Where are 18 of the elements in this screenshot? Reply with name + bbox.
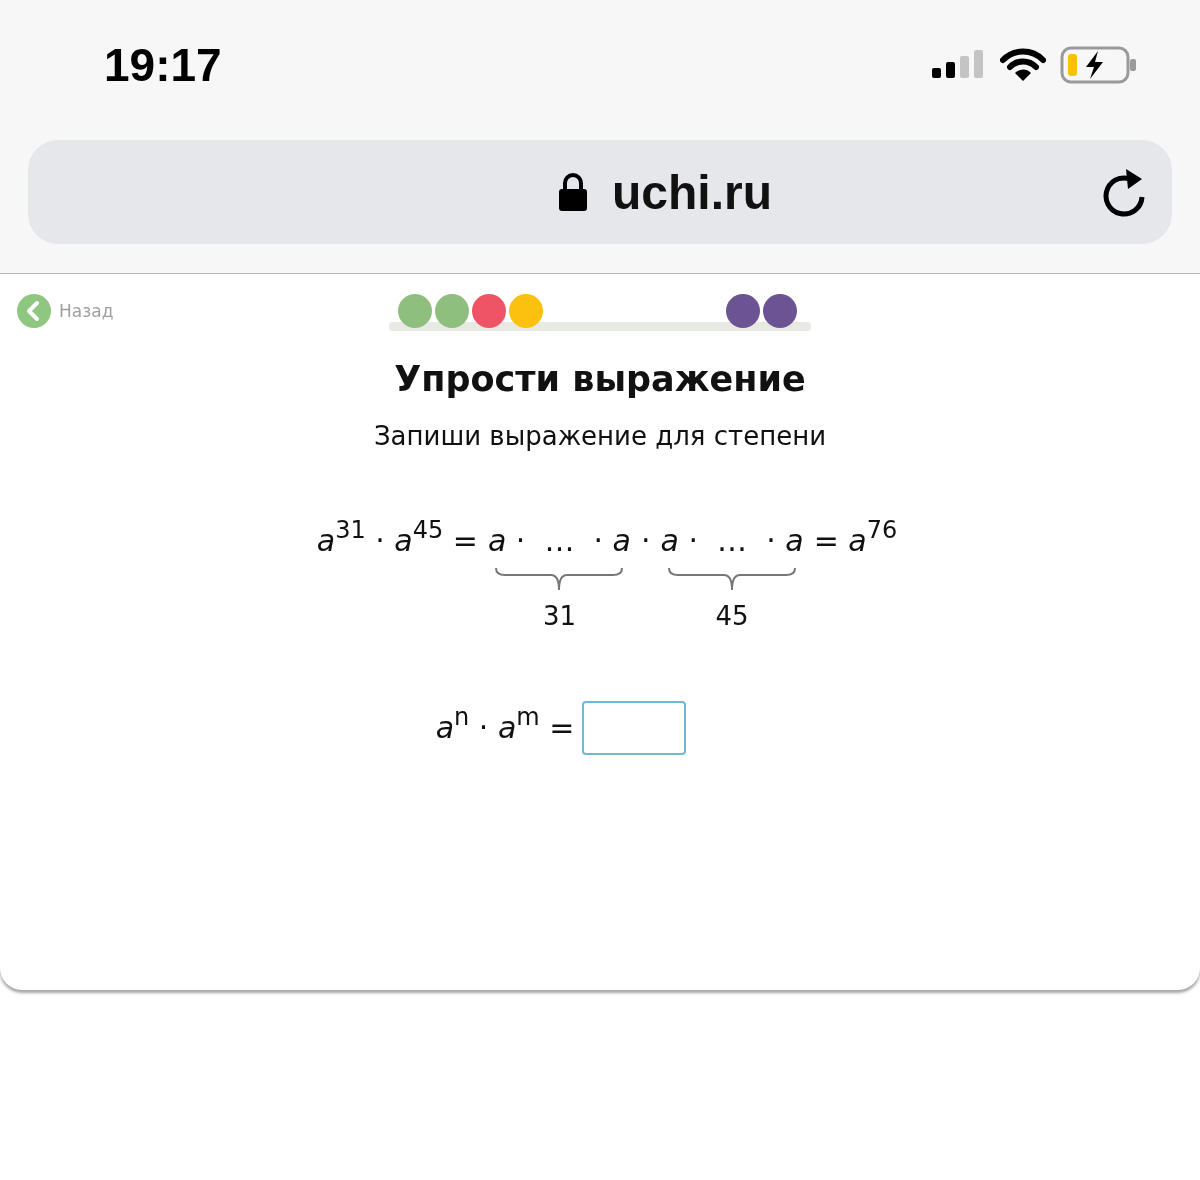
task-title: Упрости выражение [393, 359, 807, 399]
formula-text: = a$^{76}$ [813, 519, 898, 560]
formula-text: a · … · a [660, 522, 804, 560]
brace-label: 45 [715, 601, 749, 631]
answer-field[interactable] [582, 701, 687, 755]
formula-text: a · … · a [487, 522, 631, 560]
address-bar[interactable]: uchi.ru [28, 140, 1172, 244]
status-time: 19:17 [104, 38, 222, 92]
signal-icon [932, 50, 986, 80]
lock-icon [558, 172, 588, 212]
brace-label: 31 [542, 601, 576, 631]
url-text: uchi.ru [612, 164, 772, 220]
task-instruction: Запиши выражение для степени [372, 421, 828, 451]
formula-text: · [641, 522, 651, 560]
battery-icon [1060, 46, 1138, 84]
formula-text: a$^{n}$ · a$^{m}$ = [435, 706, 575, 747]
formula-text: a$^{31}$ · a$^{45}$ = [316, 519, 478, 560]
wifi-icon [1000, 48, 1046, 82]
